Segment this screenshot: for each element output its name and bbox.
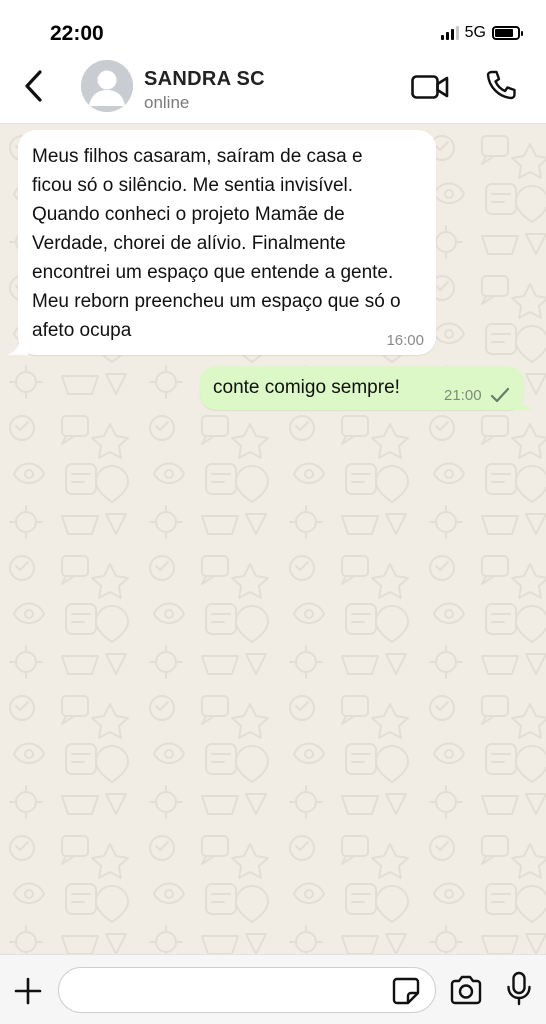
chat-header: SANDRA SC online [0,56,546,124]
plus-icon [14,977,42,1005]
microphone-icon [507,971,531,1006]
incoming-message-bubble[interactable]: Meus filhos casaram, saíram de casa e fi… [8,130,436,355]
message-input[interactable] [58,967,436,1013]
message-time: 16:00 [386,332,424,349]
contact-name[interactable]: SANDRA SC [144,68,265,91]
signal-strength-icon [440,26,459,40]
message-text: Meus filhos casaram, saíram de casa e fi… [32,146,401,341]
network-type: 5G [464,24,486,41]
contact-status: online [144,93,190,112]
message-text: conte comigo sempre! [213,377,400,398]
attach-button[interactable] [12,975,44,1007]
outgoing-message-bubble[interactable]: conte comigo sempre! 21:00 [200,366,533,410]
bubble-tail [513,396,533,410]
sticker-button[interactable] [392,977,420,1005]
message-composer [0,954,546,1024]
contact-avatar[interactable] [81,60,133,112]
phone-icon [486,70,516,100]
sticker-icon [392,977,420,1005]
bubble-tail [8,339,28,355]
status-indicators: 5G [440,22,523,44]
battery-icon [492,26,523,40]
microphone-button[interactable] [505,971,533,1007]
status-time: 22:00 [50,22,104,45]
video-camera-icon [411,75,449,99]
camera-button[interactable] [449,975,483,1005]
voice-call-button[interactable] [484,68,518,102]
single-check-icon [490,387,510,403]
battery-level [495,29,513,37]
camera-icon [450,975,482,1005]
back-chevron-icon [25,70,42,102]
chat-area[interactable]: Meus filhos casaram, saíram de casa e fi… [0,124,546,954]
avatar-placeholder-icon [81,60,133,112]
message-time: 21:00 [444,387,482,404]
back-button[interactable] [18,68,48,104]
status-bar: 22:00 5G [0,0,546,56]
video-call-button[interactable] [410,72,450,102]
